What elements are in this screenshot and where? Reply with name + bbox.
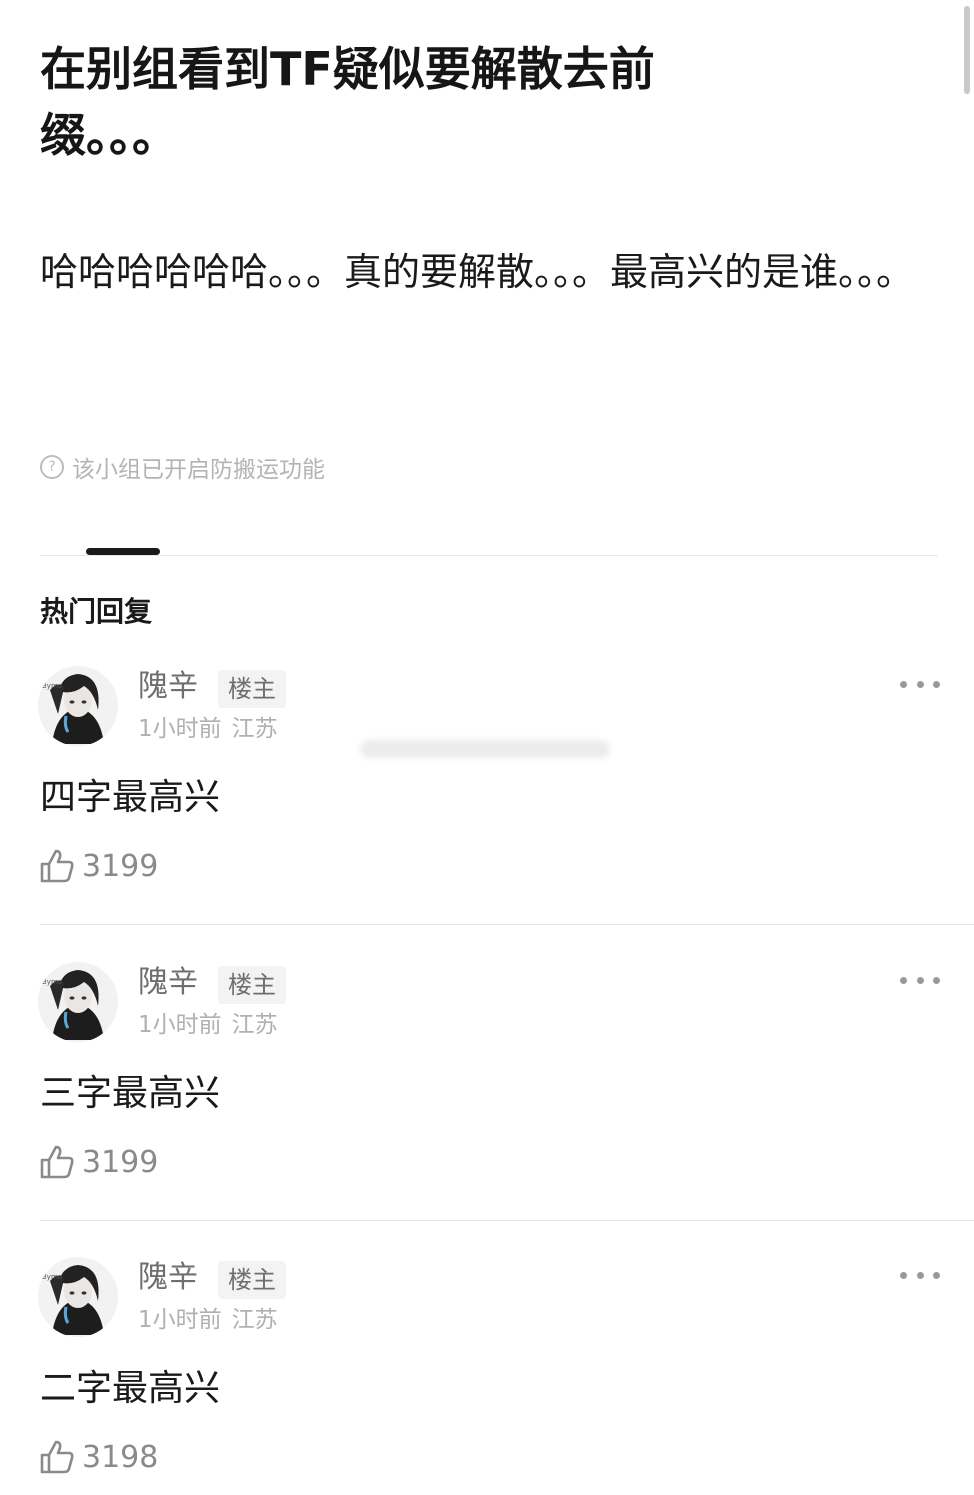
post-body: 哈哈哈哈哈哈。。。真的要解散。。。最高兴的是谁。。。 (40, 250, 915, 294)
reply-meta: 1小时前 江苏 (138, 1305, 288, 1335)
more-options-button[interactable] (900, 676, 940, 692)
like-count: 3199 (82, 848, 159, 884)
reply-divider (40, 1220, 974, 1221)
reply-author[interactable]: 隗辛 (138, 668, 198, 706)
avatar[interactable]: Bymo (38, 666, 118, 746)
reply-text: 二字最高兴 (40, 1368, 221, 1409)
anti-repost-notice: ? 该小组已开启防搬运功能 (40, 450, 325, 484)
op-badge: 楼主 (218, 670, 286, 708)
reply-text: 四字最高兴 (40, 777, 221, 818)
svg-text:Bymo: Bymo (42, 682, 62, 690)
avatar[interactable]: Bymo (38, 962, 118, 1042)
tab-active-indicator (86, 548, 160, 555)
more-dot-icon (916, 1271, 924, 1279)
post-title: 在别组看到TF疑似要解散去前缀。。。 (40, 42, 655, 162)
tab-divider (40, 555, 938, 556)
reply-meta: 1小时前 江苏 (138, 1010, 288, 1040)
reply-meta: 1小时前 江苏 (138, 714, 288, 744)
thumbs-up-icon (40, 1440, 74, 1474)
svg-text:Bymo: Bymo (42, 978, 62, 986)
reply-time: 1小时前 (138, 1307, 222, 1333)
op-badge: 楼主 (218, 966, 286, 1004)
blurred-overlay (360, 740, 610, 758)
reply-time: 1小时前 (138, 716, 222, 742)
reply-text: 三字最高兴 (40, 1073, 221, 1114)
reply-location: 江苏 (231, 716, 278, 742)
more-dot-icon (916, 976, 924, 984)
notice-text: 该小组已开启防搬运功能 (72, 457, 325, 483)
like-button[interactable]: 3199 (38, 846, 158, 886)
more-dot-icon (900, 680, 907, 688)
post-page: 在别组看到TF疑似要解散去前缀。。。 哈哈哈哈哈哈。。。真的要解散。。。最高兴的… (0, 0, 974, 1495)
reply-divider (40, 924, 974, 925)
more-options-button[interactable] (900, 972, 940, 988)
more-dot-icon (900, 1271, 907, 1279)
more-dot-icon (900, 976, 907, 984)
avatar[interactable]: Bymo (38, 1257, 118, 1337)
reply-location: 江苏 (231, 1307, 278, 1333)
more-options-button[interactable] (900, 1267, 940, 1283)
reply-time: 1小时前 (138, 1012, 222, 1038)
more-dot-icon (933, 680, 940, 688)
thumbs-up-icon (40, 849, 74, 883)
reply-author[interactable]: 隗辛 (138, 1259, 198, 1297)
like-button[interactable]: 3198 (38, 1437, 158, 1477)
like-count: 3198 (82, 1439, 159, 1475)
thumbs-up-icon (40, 1145, 74, 1179)
question-circle-icon: ? (40, 455, 64, 479)
more-dot-icon (916, 680, 924, 688)
more-dot-icon (933, 976, 940, 984)
reply-author[interactable]: 隗辛 (138, 964, 198, 1002)
hot-replies-title: 热门回复 (40, 595, 153, 628)
like-button[interactable]: 3199 (38, 1142, 158, 1182)
scrollbar[interactable] (964, 6, 970, 94)
svg-text:Bymo: Bymo (42, 1273, 62, 1281)
op-badge: 楼主 (218, 1261, 286, 1299)
more-dot-icon (933, 1271, 940, 1279)
reply-location: 江苏 (231, 1012, 278, 1038)
like-count: 3199 (82, 1144, 159, 1180)
